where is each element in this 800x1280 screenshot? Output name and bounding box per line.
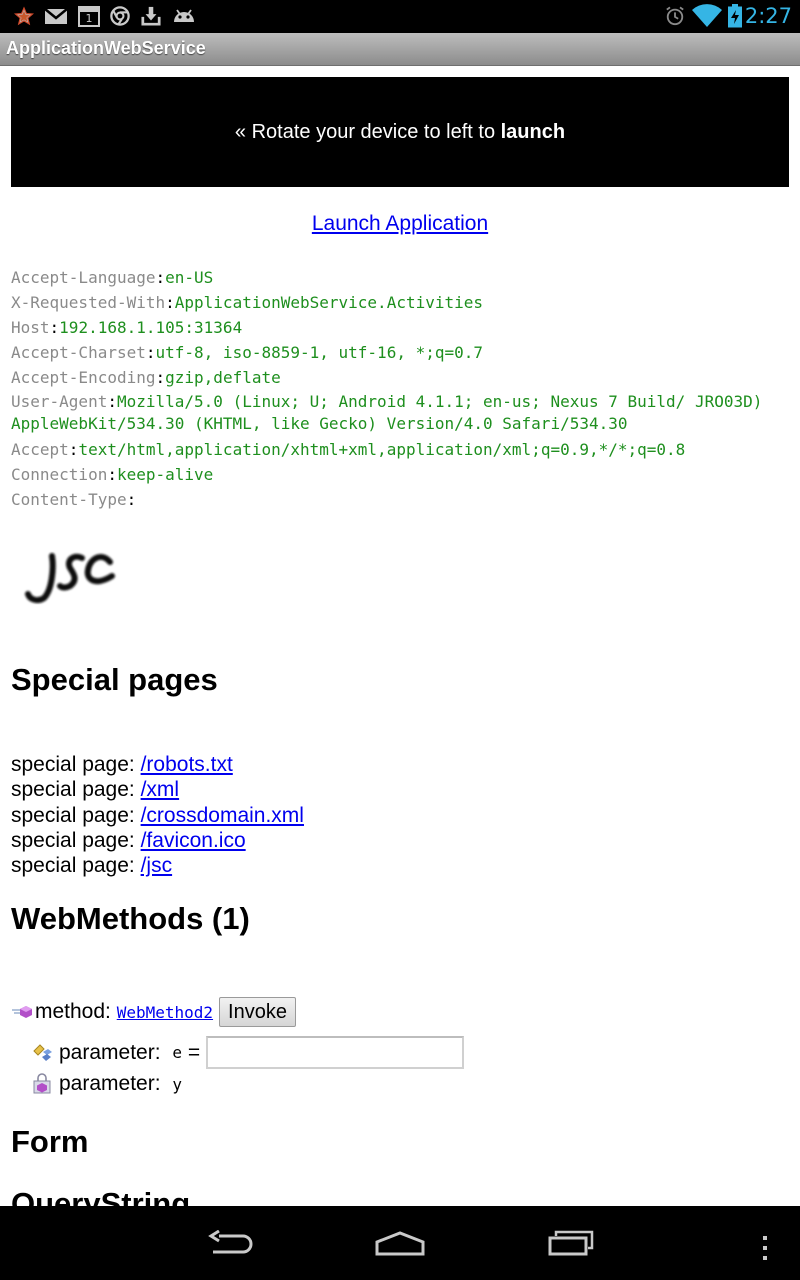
header-row: Accept-Charset:utf-8, iso-8859-1, utf-16… <box>11 343 484 362</box>
special-page-item: special page: /favicon.ico <box>11 828 304 853</box>
special-page-item: special page: /xml <box>11 777 304 802</box>
clock: 2:27 <box>744 4 792 28</box>
parameter-name: e <box>172 1043 183 1062</box>
status-bar: 1 2:27 <box>0 0 800 33</box>
calendar-icon: 1 <box>78 6 100 27</box>
favicon-link[interactable]: /favicon.ico <box>141 829 246 852</box>
web-content[interactable]: « Rotate your device to left to launch L… <box>0 66 800 1206</box>
android-icon <box>174 9 194 22</box>
header-value: gzip,deflate <box>165 368 281 387</box>
parameter-equals: = <box>182 1040 201 1064</box>
battery-icon <box>728 4 742 28</box>
star-icon <box>14 6 34 26</box>
header-row: Host:192.168.1.105:31364 <box>11 318 243 337</box>
parameter-row-e: parameter: e = <box>31 1036 465 1069</box>
querystring-heading: QueryString <box>11 1186 191 1206</box>
launch-link-wrap: Launch Application <box>0 212 800 236</box>
back-button[interactable] <box>205 1230 255 1258</box>
special-page-item: special page: /crossdomain.xml <box>11 803 304 828</box>
method-icon <box>12 1006 32 1018</box>
request-headers: Accept-Language:en-US X-Requested-With:A… <box>11 265 796 512</box>
parameter-e-input[interactable] <box>206 1036 465 1069</box>
header-key: X-Requested-With <box>11 293 166 312</box>
private-parameter-icon <box>33 1073 51 1094</box>
header-value: utf-8, iso-8859-1, utf-16, *;q=0.7 <box>155 343 484 362</box>
recent-apps-button[interactable] <box>546 1230 596 1258</box>
parameter-name: y <box>172 1074 183 1094</box>
special-page-prefix: special page: <box>11 803 141 827</box>
webmethod2-link[interactable]: WebMethod2 <box>117 1003 213 1022</box>
header-row: Content-Type: <box>11 490 137 509</box>
home-button[interactable] <box>374 1230 426 1258</box>
header-value: Mozilla/5.0 (Linux; U; Android 4.1.1; en… <box>11 392 763 433</box>
jsc-link[interactable]: /jsc <box>141 854 173 877</box>
webmethods-heading: WebMethods (1) <box>11 901 250 936</box>
action-bar: ApplicationWebService <box>0 33 800 66</box>
header-value: 192.168.1.105:31364 <box>59 318 243 337</box>
banner-text: « Rotate your device to left to <box>234 120 501 143</box>
special-pages-heading: Special pages <box>11 662 218 697</box>
header-value: en-US <box>165 268 214 287</box>
special-page-prefix: special page: <box>11 828 141 852</box>
special-page-item: special page: /jsc <box>11 853 304 878</box>
header-row: User-Agent:Mozilla/5.0 (Linux; U; Androi… <box>11 392 763 433</box>
invoke-button[interactable]: Invoke <box>219 997 296 1027</box>
parameter-label: parameter: <box>59 1072 167 1095</box>
robots-txt-link[interactable]: /robots.txt <box>141 753 233 776</box>
jsc-logo <box>25 553 115 604</box>
webmethod-row: method: WebMethod2 Invoke <box>11 997 296 1027</box>
chrome-icon <box>110 6 130 26</box>
navigation-bar <box>0 1206 800 1280</box>
xml-link[interactable]: /xml <box>141 778 180 801</box>
launch-application-link[interactable]: Launch Application <box>312 212 488 235</box>
header-value: keep-alive <box>116 465 214 484</box>
header-row: Connection:keep-alive <box>11 465 214 484</box>
header-row: Accept-Encoding:gzip,deflate <box>11 368 281 387</box>
method-label: method: <box>35 1000 117 1023</box>
header-key: Accept-Charset <box>11 343 146 362</box>
form-heading: Form <box>11 1124 89 1159</box>
header-value: ApplicationWebService.Activities <box>174 293 484 312</box>
header-key: Content-Type <box>11 490 127 509</box>
special-page-prefix: special page: <box>11 753 141 776</box>
header-key: Accept-Encoding <box>11 368 156 387</box>
gmail-icon <box>44 8 68 24</box>
parameter-icon <box>33 1043 52 1061</box>
header-key: Host <box>11 318 50 337</box>
header-row: Accept:text/html,application/xhtml+xml,a… <box>11 440 686 459</box>
header-key: Connection <box>11 465 108 484</box>
rotate-banner: « Rotate your device to left to launch <box>11 77 789 187</box>
header-row: Accept-Language:en-US <box>11 268 214 287</box>
calendar-day: 1 <box>85 12 93 25</box>
wifi-icon <box>692 4 722 27</box>
header-row: X-Requested-With:ApplicationWebService.A… <box>11 293 484 312</box>
special-page-prefix: special page: <box>11 778 141 802</box>
header-key: User-Agent <box>11 392 108 411</box>
special-page-prefix: special page: <box>11 854 141 878</box>
crossdomain-xml-link[interactable]: /crossdomain.xml <box>141 804 304 827</box>
header-key: Accept-Language <box>11 268 156 287</box>
banner-bold-text: launch <box>500 120 566 143</box>
special-page-item: special page: /robots.txt <box>11 752 304 777</box>
parameter-label: parameter: <box>59 1040 167 1064</box>
app-title: ApplicationWebService <box>6 38 206 58</box>
header-key: Accept <box>11 440 69 459</box>
alarm-icon <box>666 6 684 26</box>
menu-overflow-icon[interactable] <box>760 1234 770 1264</box>
header-value: text/html,application/xhtml+xml,applicat… <box>78 440 686 459</box>
download-icon <box>141 6 161 26</box>
special-pages-list: special page: /robots.txt special page: … <box>11 752 304 878</box>
parameter-row-y: parameter: y <box>31 1072 182 1096</box>
